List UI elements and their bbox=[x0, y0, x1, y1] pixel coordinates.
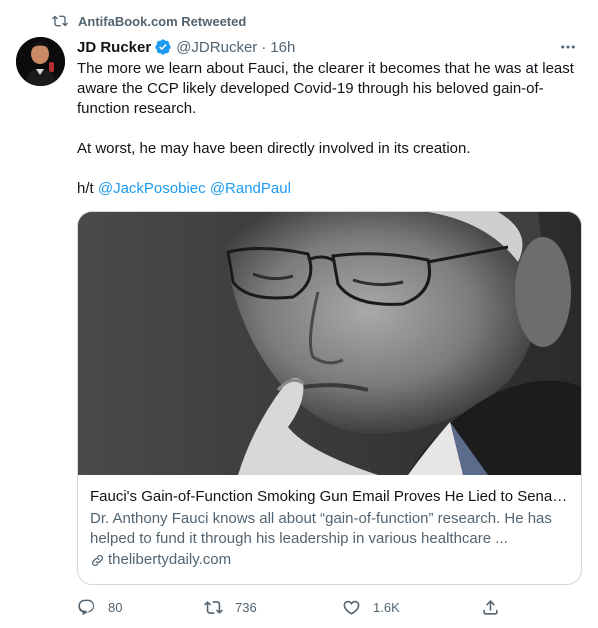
card-domain-text: thelibertydaily.com bbox=[108, 551, 232, 568]
reply-button[interactable]: 80 bbox=[77, 595, 122, 619]
avatar[interactable] bbox=[16, 37, 65, 86]
tweet-hat-tip: h/t @JackPosobiec @RandPaul bbox=[77, 179, 582, 199]
more-options-button[interactable] bbox=[556, 36, 580, 58]
retweet-context[interactable]: AntifaBook.com Retweeted bbox=[52, 13, 246, 29]
like-count: 1.6K bbox=[373, 599, 400, 615]
tweet-actions: 80 736 1.6K bbox=[77, 595, 582, 619]
tweet-paragraph: At worst, he may have been directly invo… bbox=[77, 140, 471, 157]
tweet-text: The more we learn about Fauci, the clear… bbox=[77, 59, 582, 199]
author-name[interactable]: JD Rucker bbox=[77, 39, 151, 56]
avatar-image bbox=[16, 37, 65, 86]
card-domain: thelibertydaily.com bbox=[90, 550, 569, 570]
tweet-header: JD Rucker @JDRucker · 16h bbox=[77, 36, 582, 58]
card-image bbox=[78, 212, 581, 475]
retweet-button[interactable]: 736 bbox=[204, 595, 257, 619]
reply-count: 80 bbox=[108, 599, 123, 615]
link-card[interactable]: Fauci's Gain-of-Function Smoking Gun Ema… bbox=[77, 211, 582, 585]
link-icon bbox=[92, 554, 103, 566]
author-handle[interactable]: @JDRucker bbox=[176, 39, 257, 56]
tweet-paragraph: The more we learn about Fauci, the clear… bbox=[77, 60, 574, 117]
share-button[interactable] bbox=[481, 595, 500, 619]
like-button[interactable]: 1.6K bbox=[342, 595, 400, 619]
share-icon bbox=[483, 599, 498, 615]
mention-link[interactable]: @RandPaul bbox=[210, 180, 291, 197]
hat-tip-prefix: h/t bbox=[77, 180, 94, 197]
tweet-timestamp[interactable]: 16h bbox=[270, 39, 295, 56]
card-title: Fauci's Gain-of-Function Smoking Gun Ema… bbox=[90, 488, 569, 505]
retweet-icon bbox=[204, 600, 223, 614]
reply-icon bbox=[78, 599, 95, 615]
retweet-count: 736 bbox=[235, 599, 257, 615]
separator-dot: · bbox=[261, 38, 267, 56]
mention-link[interactable]: @JackPosobiec bbox=[98, 180, 206, 197]
verified-badge-icon bbox=[155, 39, 171, 55]
retweet-label: AntifaBook.com Retweeted bbox=[78, 13, 247, 29]
heart-icon bbox=[343, 600, 360, 615]
more-icon bbox=[561, 45, 575, 49]
retweet-icon bbox=[52, 15, 68, 27]
card-description: Dr. Anthony Fauci knows all about “gain-… bbox=[90, 510, 552, 547]
